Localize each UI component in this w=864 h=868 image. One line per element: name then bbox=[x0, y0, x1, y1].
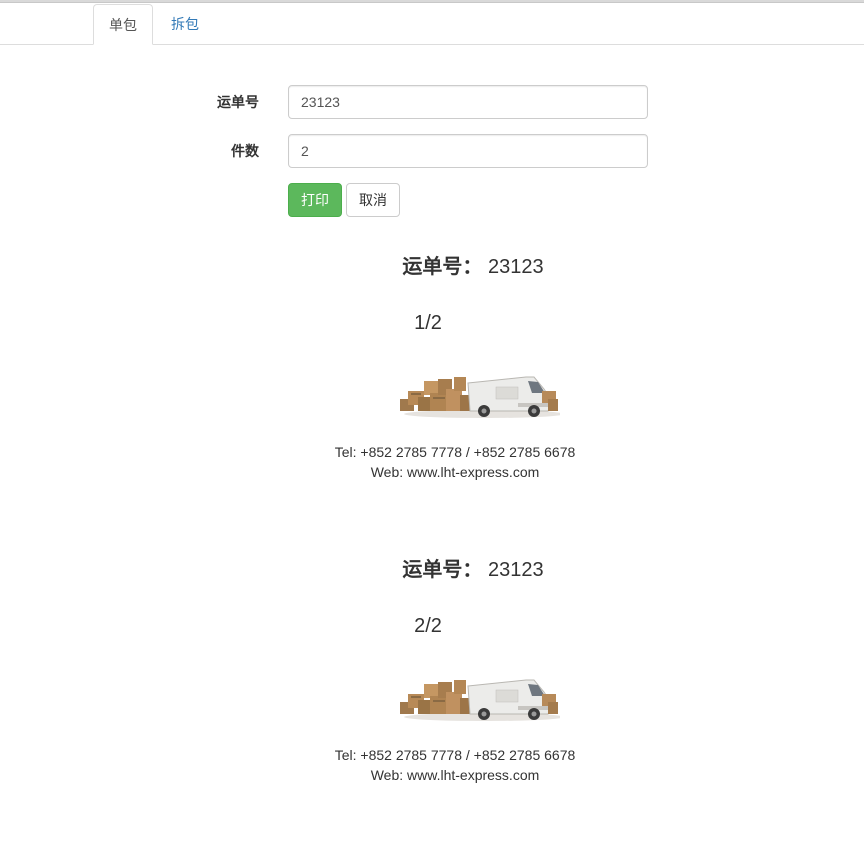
waybill-label: 运单号 bbox=[217, 94, 259, 110]
print-button[interactable]: 打印 bbox=[288, 183, 342, 217]
label-piece-count: 1/2 bbox=[414, 312, 442, 334]
label-website: Web: www.lht-express.com bbox=[370, 464, 540, 480]
label-waybill-title: 运单号： 23123 bbox=[0, 253, 864, 281]
delivery-truck-with-boxes-icon bbox=[400, 376, 560, 418]
tab-bar: 单包 拆包 bbox=[0, 3, 864, 45]
label-phone: Tel: +852 2785 7778 / +852 2785 6678 bbox=[334, 444, 576, 460]
label-waybill-value: 23123 bbox=[487, 559, 544, 581]
label-phone: Tel: +852 2785 7778 / +852 2785 6678 bbox=[334, 747, 576, 763]
pieces-input[interactable] bbox=[288, 134, 648, 168]
label-waybill-key: 运单号： bbox=[402, 256, 483, 278]
shipping-label-2: 运单号： 23123 2/2 Tel: +852 2785 7778 / +85… bbox=[0, 556, 864, 816]
tab-single-package[interactable]: 单包 bbox=[93, 4, 153, 45]
delivery-truck-with-boxes-icon bbox=[400, 679, 560, 721]
label-waybill-key: 运单号： bbox=[402, 559, 483, 581]
waybill-row: 运单号 bbox=[0, 85, 864, 119]
cancel-button[interactable]: 取消 bbox=[346, 183, 400, 217]
pieces-row: 件数 bbox=[0, 134, 864, 168]
label-waybill-value: 23123 bbox=[487, 256, 544, 278]
label-waybill-title: 运单号： 23123 bbox=[0, 556, 864, 584]
label-piece-count: 2/2 bbox=[414, 615, 442, 637]
tab-split-package[interactable]: 拆包 bbox=[153, 4, 217, 45]
pieces-label: 件数 bbox=[231, 143, 259, 159]
shipping-label-1: 运单号： 23123 1/2 Tel: +852 2785 7778 / +85… bbox=[0, 253, 864, 513]
waybill-input[interactable] bbox=[288, 85, 648, 119]
label-website: Web: www.lht-express.com bbox=[370, 767, 540, 783]
